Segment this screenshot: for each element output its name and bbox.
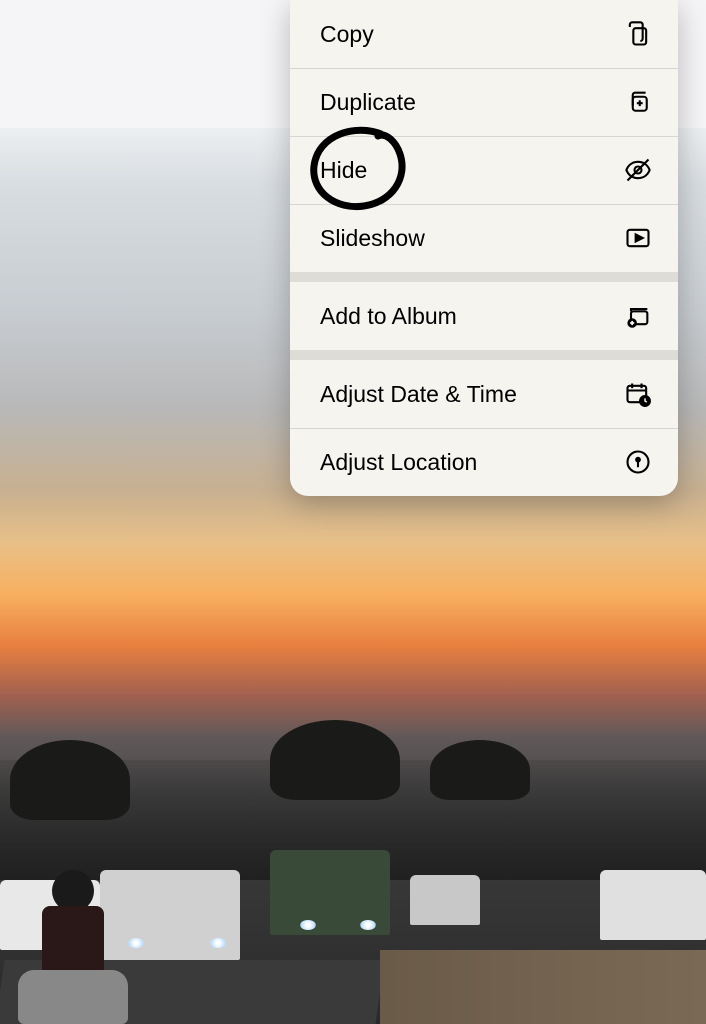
menu-item-label: Adjust Date & Time bbox=[320, 381, 517, 408]
menu-item-label: Hide bbox=[320, 157, 367, 184]
menu-item-label: Adjust Location bbox=[320, 449, 477, 476]
menu-item-slideshow[interactable]: Slideshow bbox=[290, 204, 678, 272]
menu-separator bbox=[290, 350, 678, 360]
menu-item-label: Slideshow bbox=[320, 225, 425, 252]
menu-item-add-to-album[interactable]: Add to Album bbox=[290, 282, 678, 350]
menu-item-label: Copy bbox=[320, 21, 374, 48]
menu-item-label: Add to Album bbox=[320, 303, 457, 330]
hide-icon bbox=[624, 156, 652, 184]
dirt-graphic bbox=[380, 950, 706, 1024]
context-menu: Copy Duplicate Hide Sli bbox=[290, 0, 678, 496]
headlight-graphic bbox=[128, 938, 144, 948]
headlight-graphic bbox=[360, 920, 376, 930]
scooter-graphic bbox=[18, 970, 128, 1024]
menu-item-hide[interactable]: Hide bbox=[290, 136, 678, 204]
tree-graphic bbox=[10, 740, 130, 820]
tree-graphic bbox=[270, 720, 400, 800]
menu-item-label: Duplicate bbox=[320, 89, 416, 116]
vehicle-graphic bbox=[600, 870, 706, 940]
adjust-location-icon bbox=[624, 448, 652, 476]
duplicate-icon bbox=[624, 88, 652, 116]
slideshow-icon bbox=[624, 224, 652, 252]
headlight-graphic bbox=[210, 938, 226, 948]
adjust-date-icon bbox=[624, 380, 652, 408]
copy-icon bbox=[624, 20, 652, 48]
tree-graphic bbox=[430, 740, 530, 800]
vehicle-graphic bbox=[410, 875, 480, 925]
menu-item-duplicate[interactable]: Duplicate bbox=[290, 68, 678, 136]
rider-body-graphic bbox=[42, 906, 104, 976]
headlight-graphic bbox=[300, 920, 316, 930]
menu-separator bbox=[290, 272, 678, 282]
menu-item-adjust-location[interactable]: Adjust Location bbox=[290, 428, 678, 496]
menu-item-copy[interactable]: Copy bbox=[290, 0, 678, 68]
add-to-album-icon bbox=[624, 302, 652, 330]
menu-item-adjust-date-time[interactable]: Adjust Date & Time bbox=[290, 360, 678, 428]
